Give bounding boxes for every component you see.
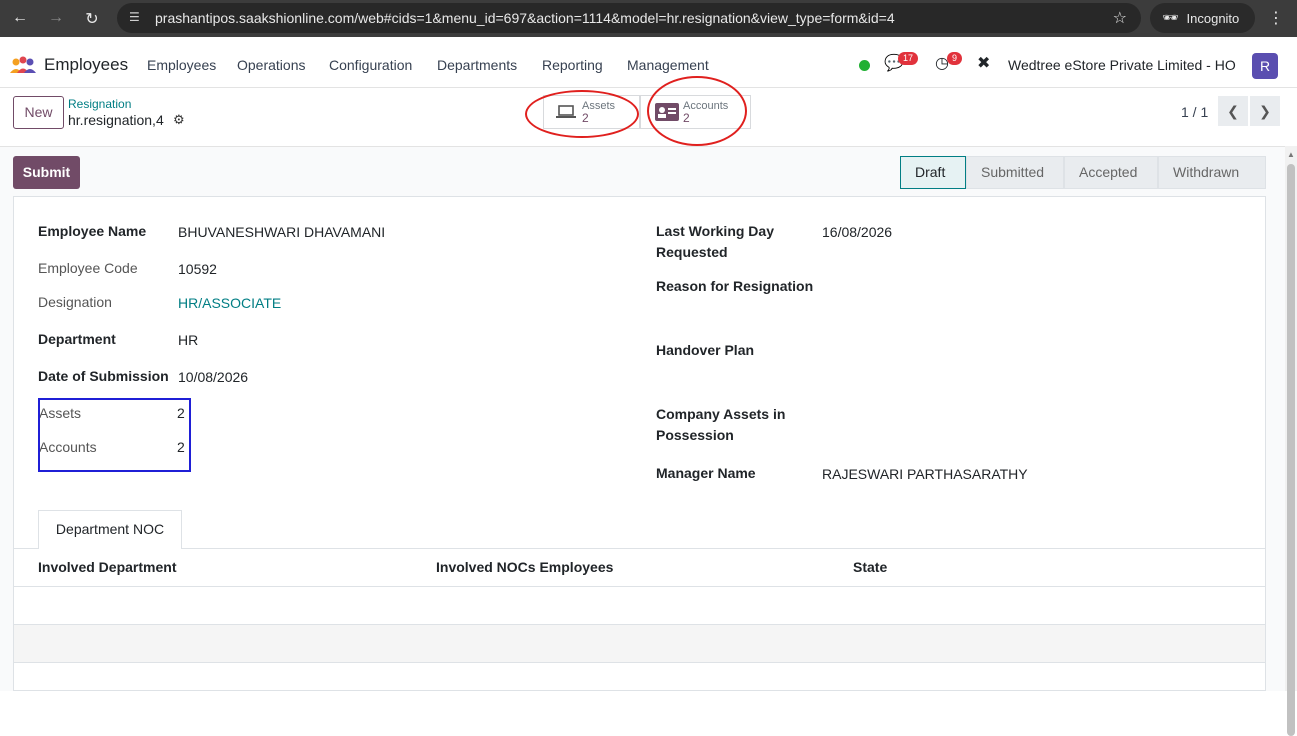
menu-operations[interactable]: Operations bbox=[237, 57, 305, 73]
value-date-of-submission[interactable]: 10/08/2026 bbox=[178, 369, 248, 385]
label-date-of-submission: Date of Submission bbox=[38, 368, 169, 384]
form-status-bar: Submit Draft Submitted Accepted Withdraw… bbox=[0, 146, 1297, 196]
table-header-divider bbox=[13, 586, 1266, 587]
value-employee-code[interactable]: 10592 bbox=[178, 261, 217, 277]
url-text[interactable]: prashantipos.saakshionline.com/web#cids=… bbox=[155, 10, 895, 26]
menu-employees[interactable]: Employees bbox=[147, 57, 216, 73]
value-designation[interactable]: HR/ASSOCIATE bbox=[178, 295, 281, 311]
label-manager-name: Manager Name bbox=[656, 465, 756, 481]
top-navbar: Employees Employees Operations Configura… bbox=[0, 41, 1297, 88]
submit-button[interactable]: Submit bbox=[13, 156, 80, 189]
company-switcher[interactable]: Wedtree eStore Private Limited - HO bbox=[1008, 57, 1236, 73]
forward-icon[interactable]: → bbox=[43, 9, 69, 27]
employees-app-icon[interactable] bbox=[10, 56, 36, 74]
menu-departments[interactable]: Departments bbox=[437, 57, 517, 73]
incognito-label: Incognito bbox=[1186, 10, 1240, 26]
browser-toolbar: ← → ↻ ☰ prashantipos.saakshionline.com/w… bbox=[0, 0, 1297, 37]
incognito-icon: 🕶 bbox=[1162, 10, 1179, 25]
reload-icon[interactable]: ↻ bbox=[79, 9, 105, 29]
stage-pipeline: Draft Submitted Accepted Withdrawn bbox=[900, 156, 1266, 189]
label-designation: Designation bbox=[38, 294, 112, 310]
tools-icon[interactable]: ✖ bbox=[977, 53, 990, 73]
value-department[interactable]: HR bbox=[178, 332, 198, 348]
stage-draft[interactable]: Draft bbox=[900, 156, 966, 189]
control-panel: New Resignation hr.resignation,4 ⚙ Asset… bbox=[0, 76, 1297, 146]
breadcrumb-resignation[interactable]: Resignation bbox=[68, 97, 131, 111]
value-last-working-day[interactable]: 16/08/2026 bbox=[822, 224, 892, 240]
label-employee-name: Employee Name bbox=[38, 223, 147, 239]
value-manager-name[interactable]: RAJESWARI PARTHASARATHY bbox=[822, 466, 1028, 482]
browser-menu-icon[interactable]: ⋮ bbox=[1268, 8, 1284, 28]
column-involved-nocs-employees[interactable]: Involved NOCs Employees bbox=[436, 559, 613, 575]
incognito-indicator[interactable]: 🕶 Incognito bbox=[1150, 3, 1255, 33]
stage-submitted[interactable]: Submitted bbox=[966, 156, 1064, 189]
messages-badge: 17 bbox=[898, 52, 919, 65]
label-reason-for-resignation: Reason for Resignation bbox=[656, 278, 814, 294]
scrollbar-thumb[interactable] bbox=[1287, 164, 1295, 736]
menu-management[interactable]: Management bbox=[627, 57, 709, 73]
value-employee-name[interactable]: BHUVANESHWARI DHAVAMANI bbox=[178, 224, 385, 240]
pager-next-button[interactable]: ❯ bbox=[1250, 96, 1280, 126]
column-state[interactable]: State bbox=[853, 559, 887, 575]
annotation-circle-assets bbox=[525, 90, 639, 138]
table-row-divider bbox=[13, 624, 1266, 625]
pager-value[interactable]: 1 / 1 bbox=[1181, 104, 1208, 120]
column-involved-department[interactable]: Involved Department bbox=[38, 559, 176, 575]
bookmark-star-icon[interactable]: ☆ bbox=[1113, 8, 1127, 28]
activities-badge: 9 bbox=[947, 52, 963, 65]
label-handover-plan: Handover Plan bbox=[656, 342, 755, 358]
new-button[interactable]: New bbox=[13, 96, 64, 129]
scroll-up-icon[interactable]: ▲ bbox=[1287, 150, 1295, 159]
stage-accepted[interactable]: Accepted bbox=[1064, 156, 1158, 189]
record-name: hr.resignation,4 bbox=[68, 112, 164, 128]
presence-status-icon bbox=[859, 60, 870, 71]
pager-previous-button[interactable]: ❮ bbox=[1218, 96, 1248, 126]
back-icon[interactable]: ← bbox=[7, 9, 33, 27]
gear-icon[interactable]: ⚙ bbox=[173, 112, 185, 128]
stage-withdrawn[interactable]: Withdrawn bbox=[1158, 156, 1266, 189]
tab-divider bbox=[13, 548, 1266, 549]
user-avatar[interactable]: R bbox=[1252, 53, 1278, 79]
annotation-box-assets-accounts bbox=[38, 398, 191, 472]
label-last-working-day: Last Working Day Requested bbox=[656, 223, 774, 260]
table-row bbox=[14, 625, 1265, 662]
annotation-circle-accounts bbox=[647, 76, 747, 146]
tab-department-noc[interactable]: Department NOC bbox=[38, 510, 182, 549]
address-bar[interactable]: ☰ prashantipos.saakshionline.com/web#cid… bbox=[117, 3, 1141, 33]
label-company-assets: Company Assets in Possession bbox=[656, 406, 786, 443]
menu-configuration[interactable]: Configuration bbox=[329, 57, 412, 73]
menu-reporting[interactable]: Reporting bbox=[542, 57, 603, 73]
label-department: Department bbox=[38, 331, 116, 347]
app-name[interactable]: Employees bbox=[44, 55, 128, 75]
label-employee-code: Employee Code bbox=[38, 260, 138, 276]
table-row-divider bbox=[13, 662, 1266, 663]
site-info-icon[interactable]: ☰ bbox=[129, 10, 145, 26]
page-scrollbar[interactable]: ▲ bbox=[1285, 146, 1297, 736]
